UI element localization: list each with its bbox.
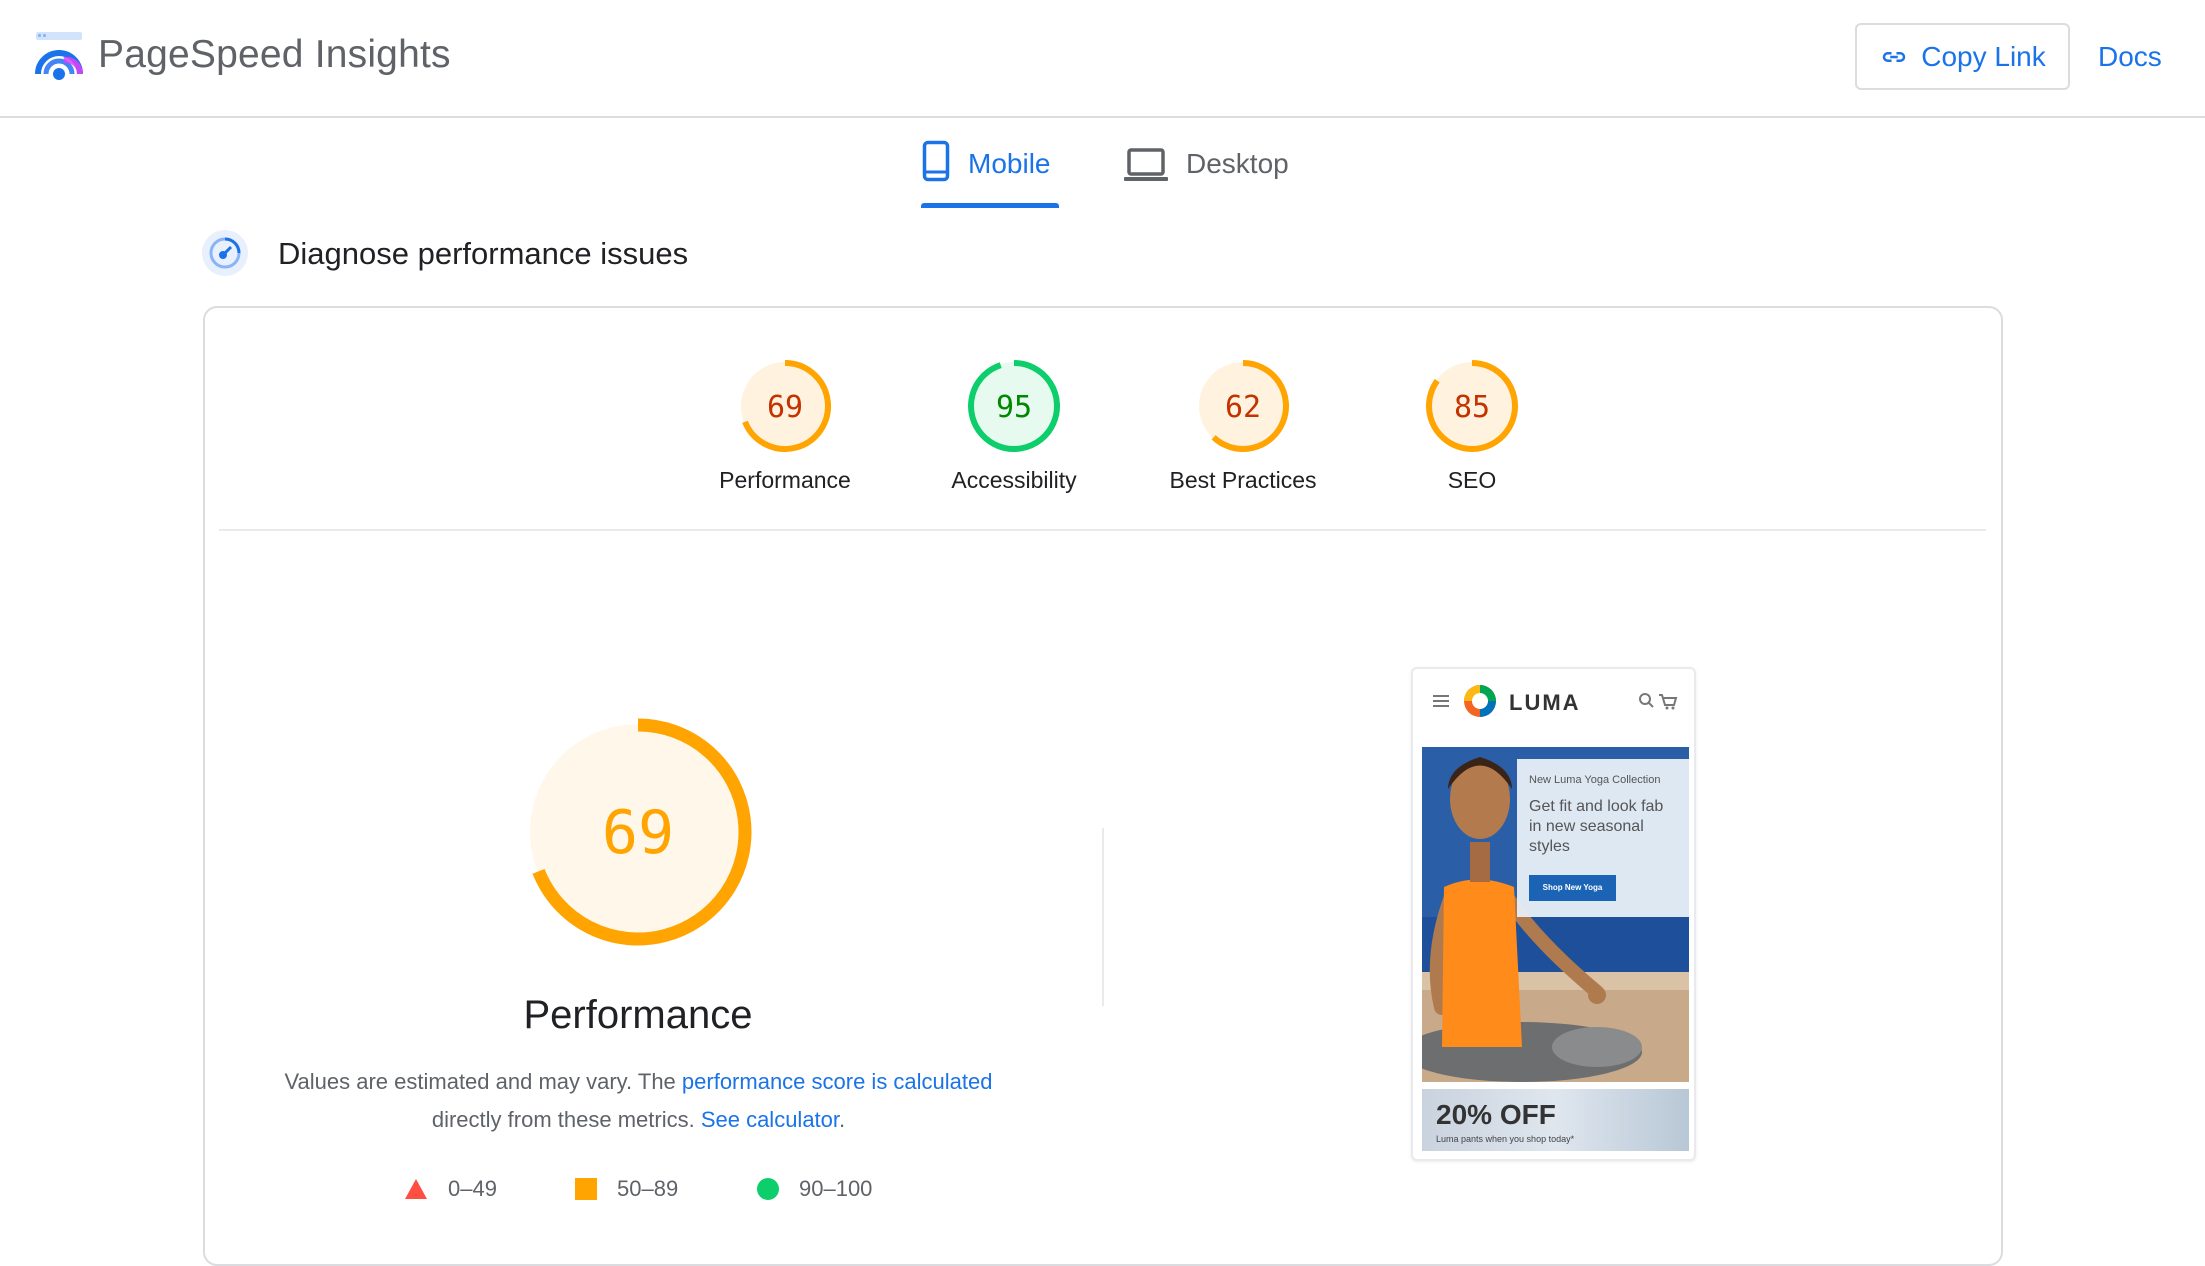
legend-item-average: 50–89 xyxy=(575,1174,678,1204)
triangle-icon xyxy=(405,1179,427,1199)
legend-label-pass: 90–100 xyxy=(799,1176,873,1201)
promo-title: 20% OFF xyxy=(1436,1099,1556,1130)
seo-score-value: 85 xyxy=(1454,390,1490,425)
circle-icon xyxy=(757,1178,779,1200)
speedometer-icon xyxy=(202,230,248,276)
active-tab-indicator xyxy=(921,203,1059,208)
luma-logo-icon xyxy=(1464,685,1496,717)
page-screenshot[interactable]: LUMA New Luma Yoga Collection Get fit an… xyxy=(1411,667,1696,1161)
cart-icon xyxy=(1659,694,1678,710)
performance-description: Values are estimated and may vary. The p… xyxy=(240,1063,1037,1139)
desc-text-2: directly from these metrics. xyxy=(431,1107,701,1132)
screenshot-promo: 20% OFF Luma pants when you shop today* xyxy=(1422,1089,1689,1151)
section-title: Diagnose performance issues xyxy=(278,236,689,271)
copy-link-label: Copy Link xyxy=(1921,40,2046,72)
legend-label-fail: 0–49 xyxy=(448,1176,497,1201)
card-divider xyxy=(219,529,1986,531)
see-calculator-link[interactable]: See calculator xyxy=(701,1107,839,1132)
app-title: PageSpeed Insights xyxy=(98,33,451,76)
tab-desktop-label: Desktop xyxy=(1186,148,1289,179)
hero-headline: Get fit and look fab in new seasonal sty… xyxy=(1529,798,1664,855)
pagespeed-logo-icon[interactable] xyxy=(34,30,84,82)
docs-link[interactable]: Docs xyxy=(2098,40,2162,74)
desc-text-3: . xyxy=(839,1107,846,1132)
seo-score-label: SEO xyxy=(1447,467,1497,493)
legend-label-average: 50–89 xyxy=(617,1176,679,1201)
accessibility-score-value: 95 xyxy=(996,390,1032,425)
performance-score-gauge[interactable]: 69 xyxy=(737,358,833,454)
best-practices-score-label: Best Practices xyxy=(1169,467,1317,493)
laptop-icon xyxy=(1124,148,1168,181)
performance-gauge-large[interactable]: 69 xyxy=(523,717,753,947)
vertical-divider xyxy=(1102,828,1104,1006)
best-practices-score-value: 62 xyxy=(1225,390,1261,425)
tab-mobile[interactable]: Mobile xyxy=(922,140,1050,208)
desc-text-1: Values are estimated and may vary. The xyxy=(284,1069,682,1094)
accessibility-score-gauge[interactable]: 95 xyxy=(966,358,1062,454)
shop-new-yoga-button[interactable]: Shop New Yoga xyxy=(1529,875,1616,901)
legend-item-pass: 90–100 xyxy=(757,1174,872,1204)
performance-score-large: 69 xyxy=(602,798,674,868)
accessibility-score-label: Accessibility xyxy=(951,467,1077,493)
hamburger-menu-icon xyxy=(1433,695,1449,707)
performance-score-value: 69 xyxy=(767,390,803,425)
best-practices-score-gauge[interactable]: 62 xyxy=(1195,358,1291,454)
smartphone-icon xyxy=(922,140,950,182)
tab-mobile-label: Mobile xyxy=(968,148,1051,179)
seo-score-gauge[interactable]: 85 xyxy=(1424,358,1520,454)
square-icon xyxy=(575,1178,597,1200)
obscured-header-text xyxy=(1850,104,2005,116)
app-header: PageSpeed Insights Copy Link Docs xyxy=(0,0,2205,118)
promo-subtitle: Luma pants when you shop today* xyxy=(1436,1134,1575,1144)
performance-title: Performance xyxy=(523,993,753,1037)
performance-score-label: Performance xyxy=(719,467,851,493)
screenshot-brand: LUMA xyxy=(1509,690,1581,715)
performance-score-link[interactable]: performance score is calculated xyxy=(682,1069,993,1094)
tab-desktop[interactable]: Desktop xyxy=(1124,140,1289,208)
screenshot-hero: New Luma Yoga Collection Get fit and loo… xyxy=(1422,747,1689,1082)
hero-kicker: New Luma Yoga Collection xyxy=(1529,774,1661,786)
copy-link-button[interactable]: Copy Link xyxy=(1855,23,2070,90)
link-icon xyxy=(1882,51,1906,62)
search-icon xyxy=(1639,693,1654,708)
legend-item-fail: 0–49 xyxy=(404,1174,497,1204)
